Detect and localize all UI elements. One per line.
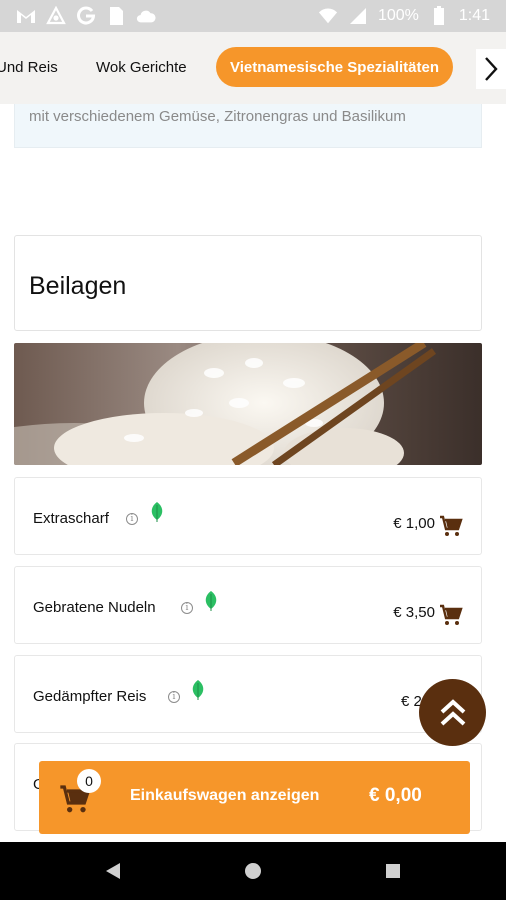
cart-count-badge: 0 [77, 769, 101, 793]
scroll-to-top-button[interactable] [419, 679, 486, 746]
back-icon[interactable] [104, 862, 122, 880]
section-banner-image [14, 343, 482, 465]
info-icon[interactable]: i [126, 513, 138, 525]
section-header-card: Beilagen [14, 235, 482, 331]
previous-item-card: mit verschiedenem Gemüse, Zitronengras u… [14, 104, 482, 148]
tab-wok-gerichte[interactable]: Wok Gerichte [96, 47, 187, 87]
leaf-icon [192, 680, 204, 700]
menu-item-gedaempfter-reis[interactable]: Gedämpfter Reis i € 2, [14, 655, 482, 733]
cart-total: € 0,00 [369, 785, 422, 806]
sim-icon [106, 6, 126, 26]
item-price: € 3,50 [393, 604, 435, 621]
battery-icon [429, 6, 449, 26]
add-to-cart-icon[interactable] [439, 603, 463, 627]
status-left-icons [16, 6, 156, 26]
wifi-icon [318, 6, 338, 26]
signal-icon [348, 6, 368, 26]
info-icon[interactable]: i [181, 602, 193, 614]
recents-icon[interactable] [385, 863, 401, 879]
cart-label: Einkaufswagen anzeigen [130, 787, 320, 804]
section-title: Beilagen [29, 272, 127, 300]
chevron-right-icon[interactable] [476, 49, 506, 89]
menu-item-extrascharf[interactable]: Extrascharf i € 1,00 [14, 477, 482, 555]
item-description: mit verschiedenem Gemüse, Zitronengras u… [29, 108, 406, 125]
tab-und-reis[interactable]: Und Reis [0, 47, 58, 87]
info-icon[interactable]: i [168, 691, 180, 703]
navigation-bar [0, 842, 506, 900]
gmail-icon [16, 6, 36, 26]
status-right-icons: 100% 1:41 [318, 6, 490, 26]
status-bar: 100% 1:41 [0, 0, 506, 32]
menu-item-gebratene-nudeln[interactable]: Gebratene Nudeln i € 3,50 [14, 566, 482, 644]
leaf-icon [151, 502, 163, 522]
view-cart-button[interactable]: 0 Einkaufswagen anzeigen € 0,00 [39, 761, 470, 834]
google-icon [76, 6, 96, 26]
item-name: Gebratene Nudeln [33, 599, 156, 616]
ring-icon [46, 6, 66, 26]
clock: 1:41 [458, 7, 490, 24]
double-chevron-up-icon [440, 698, 465, 725]
leaf-icon [205, 591, 217, 611]
tab-vietnamesische-spezialitaeten[interactable]: Vietnamesische Spezialitäten [216, 47, 453, 87]
item-price: € 1,00 [393, 515, 435, 532]
cloud-icon [136, 6, 156, 26]
add-to-cart-icon[interactable] [439, 514, 463, 538]
item-name: Extrascharf [33, 510, 109, 527]
item-name: Gedämpfter Reis [33, 688, 147, 705]
battery-percent: 100% [377, 7, 419, 24]
category-tabs: Und Reis Wok Gerichte Vietnamesische Spe… [0, 32, 506, 104]
home-icon[interactable] [244, 862, 262, 880]
